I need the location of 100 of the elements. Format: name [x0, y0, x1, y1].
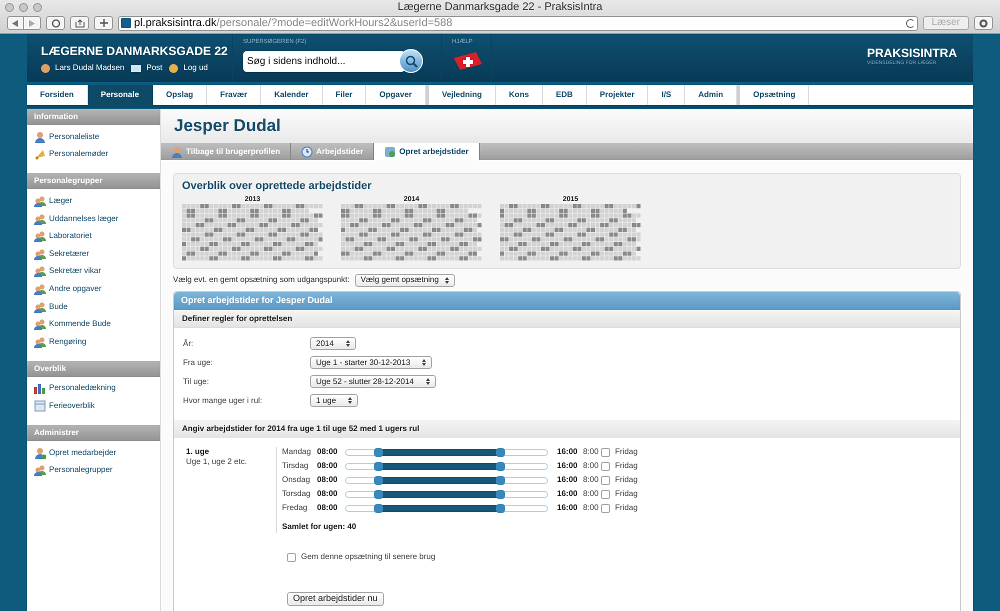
range-slider[interactable] [345, 490, 548, 498]
checkbox-label: Fridag [615, 502, 638, 514]
range-slider[interactable] [345, 448, 548, 456]
sidebar-link[interactable]: Sekretær vikar [49, 265, 102, 278]
checkbox[interactable] [601, 490, 610, 498]
select-field[interactable]: 1 uge [310, 394, 358, 407]
bar-chart-icon [34, 382, 46, 394]
checkbox[interactable] [287, 552, 296, 562]
nav-tab[interactable]: Opsætning [737, 85, 810, 105]
sidebar-link[interactable]: Bude [49, 300, 68, 313]
sidebar-link[interactable]: Ferieoverblik [49, 400, 95, 412]
sidebar-link[interactable]: Personalegrupper [49, 464, 113, 476]
day-label: Tirsdag [282, 460, 310, 472]
new-tab-icon[interactable] [94, 16, 113, 30]
sidebar-link[interactable]: Læger [49, 194, 72, 207]
hours-total: 8:00 [583, 460, 600, 472]
first-aid-kit-icon[interactable] [452, 50, 484, 72]
person-icon [34, 130, 46, 143]
nav-tab[interactable]: Admin [685, 85, 738, 105]
sidebar-link[interactable]: Sekretærer [49, 248, 90, 260]
range-slider[interactable] [345, 462, 548, 470]
people-icon [34, 248, 46, 260]
forward-icon[interactable] [24, 16, 41, 30]
start-time: 08:00 [317, 502, 338, 514]
week-subtitle: Uge 1, uge 2 etc. [186, 457, 248, 466]
sidebar-link[interactable]: Rengøring [49, 336, 86, 348]
dropdown-arrows-icon [346, 340, 350, 347]
address-field[interactable]: pl.praksisintra.dk/personale/?mode=editWorkHours2&userId=588 [118, 16, 918, 30]
checkbox[interactable] [601, 448, 610, 456]
select-field[interactable]: 2014 [310, 337, 356, 350]
checkbox[interactable] [601, 476, 610, 484]
nav-tab[interactable]: EDB [542, 85, 587, 105]
search-field[interactable]: Søg i sidens indhold... [243, 50, 405, 72]
nav-tab[interactable]: Vejledning [426, 85, 496, 105]
sidebar-heading: Information [27, 109, 160, 125]
people-icon [34, 212, 46, 225]
section-heading: Definer regler for oprettelsen [182, 312, 292, 324]
range-slider[interactable] [345, 504, 548, 512]
back-icon[interactable] [7, 16, 24, 30]
checkbox[interactable] [601, 504, 610, 512]
reload-icon[interactable] [906, 18, 915, 28]
nav-tab[interactable]: Opgaver [366, 85, 426, 105]
select-field[interactable]: Uge 1 - starter 30-12-2013 [310, 356, 432, 369]
sidebar-link[interactable]: Personalemøder [49, 148, 108, 160]
end-time: 16:00 [557, 446, 578, 458]
sidebar-link[interactable]: Uddannelses læger [49, 212, 118, 225]
nav-tab[interactable]: Kons [496, 85, 543, 105]
hours-total: 8:00 [583, 502, 600, 514]
post-link[interactable]: Post [146, 62, 162, 74]
field-label: Fra uge: [183, 356, 214, 368]
sidebar-link[interactable]: Personaleliste [49, 130, 100, 143]
logout-link[interactable]: Log ud [183, 62, 208, 74]
checkbox-label: Fridag [615, 446, 638, 458]
sidebar-link[interactable]: Opret medarbejder [49, 446, 116, 459]
checkbox-label: Gem denne opsætning til senere brug [301, 551, 436, 563]
hours-total: 8:00 [583, 446, 600, 458]
nav-tab[interactable]: Personale [88, 85, 154, 105]
clock-icon [301, 146, 314, 158]
person-icon [171, 146, 183, 158]
slider-handle[interactable] [496, 462, 506, 470]
sidebar-link[interactable]: Andre opgaver [49, 282, 102, 295]
people-icon [34, 300, 46, 313]
share-icon[interactable] [70, 16, 89, 30]
slider-handle[interactable] [496, 448, 506, 456]
checkbox[interactable] [601, 462, 610, 470]
logo[interactable]: PRAKSISINTRA [866, 47, 957, 59]
tab[interactable]: Opret arbejdstider [374, 143, 480, 160]
nav-tab[interactable]: Fravær [207, 85, 262, 105]
nav-tab[interactable]: Kalender [261, 85, 323, 105]
submit-button[interactable]: Opret arbejdstider nu [287, 592, 384, 606]
field-label: Til uge: [183, 376, 210, 388]
people-icon [34, 318, 46, 330]
slider-handle[interactable] [496, 476, 506, 484]
slider-handle[interactable] [496, 490, 506, 498]
day-label: Torsdag [282, 488, 312, 500]
sidebar-link[interactable]: Personaledækning [49, 382, 116, 394]
people-icon [34, 194, 46, 207]
user-link[interactable]: Lars Dudal Madsen [55, 62, 124, 74]
page-title: Jesper Dudal [174, 115, 281, 138]
setup-select[interactable]: Vælg gemt opsætning [354, 274, 455, 286]
end-time: 16:00 [557, 474, 578, 486]
checkbox-label: Fridag [615, 460, 638, 472]
nav-tab[interactable]: Filer [322, 85, 366, 105]
day-label: Fredag [282, 502, 308, 514]
sidebar-link[interactable]: Kommende Bude [49, 318, 111, 330]
history-icon[interactable] [46, 16, 65, 30]
people-icon [34, 230, 46, 242]
field-label: Hvor mange uger i rul: [183, 394, 264, 406]
nav-tab[interactable]: I/S [648, 85, 686, 105]
slider-handle[interactable] [496, 504, 506, 512]
select-field[interactable]: Uge 52 - slutter 28-12-2014 [310, 375, 436, 388]
range-slider[interactable] [345, 476, 548, 484]
dropdown-arrows-icon [426, 378, 430, 385]
nav-tab[interactable]: Projekter [586, 85, 648, 105]
sidebar-heading: Overblik [27, 360, 160, 377]
start-time: 08:00 [317, 460, 338, 472]
end-time: 16:00 [557, 488, 578, 500]
nav-tab[interactable]: Opslag [153, 85, 208, 105]
checkbox-label: Fridag [615, 474, 638, 486]
sidebar-link[interactable]: Laboratoriet [49, 230, 92, 242]
